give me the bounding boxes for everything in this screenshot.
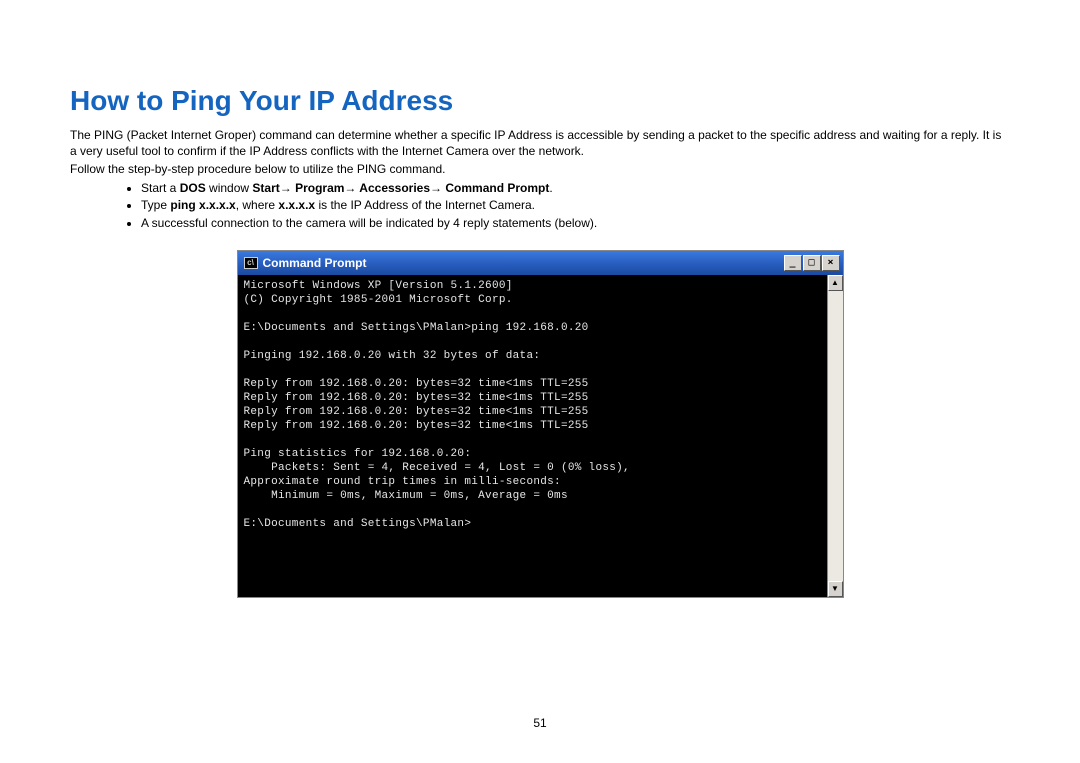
arrow-icon: →: [430, 181, 442, 195]
maximize-button[interactable]: □: [803, 255, 821, 271]
arrow-icon: →: [280, 181, 292, 195]
text: Start a: [141, 181, 180, 195]
text-bold: Command Prompt: [442, 181, 549, 195]
intro-paragraph: The PING (Packet Internet Groper) comman…: [70, 127, 1010, 159]
text-bold: Program: [292, 181, 345, 195]
terminal-area: Microsoft Windows XP [Version 5.1.2600] …: [238, 275, 843, 597]
steps-list: Start a DOS window Start→ Program→ Acces…: [141, 180, 1010, 232]
scroll-track[interactable]: [828, 291, 843, 581]
window-title: Command Prompt: [263, 256, 784, 270]
text-bold: x.x.x.x: [278, 198, 315, 212]
text-bold: Start: [252, 181, 279, 195]
arrow-icon: →: [344, 181, 356, 195]
close-button[interactable]: ×: [822, 255, 840, 271]
text: window: [206, 181, 253, 195]
scroll-up-icon[interactable]: ▲: [828, 275, 843, 291]
step-3: A successful connection to the camera wi…: [141, 215, 1010, 232]
command-prompt-window: c\ Command Prompt _ □ × Microsoft Window…: [237, 250, 844, 598]
terminal-output: Microsoft Windows XP [Version 5.1.2600] …: [238, 275, 827, 597]
scrollbar[interactable]: ▲ ▼: [827, 275, 843, 597]
text-bold: Accessories: [356, 181, 430, 195]
step-1: Start a DOS window Start→ Program→ Acces…: [141, 180, 1010, 197]
page-title: How to Ping Your IP Address: [70, 85, 1010, 117]
minimize-button[interactable]: _: [784, 255, 802, 271]
text: Type: [141, 198, 170, 212]
text-bold: ping x.x.x.x: [170, 198, 235, 212]
titlebar: c\ Command Prompt _ □ ×: [238, 251, 843, 275]
window-buttons: _ □ ×: [784, 255, 840, 271]
page-number: 51: [0, 716, 1080, 730]
text-bold: DOS: [180, 181, 206, 195]
scroll-down-icon[interactable]: ▼: [828, 581, 843, 597]
text: , where: [236, 198, 279, 212]
cmd-icon: c\: [244, 257, 258, 269]
text: is the IP Address of the Internet Camera…: [315, 198, 535, 212]
step-2: Type ping x.x.x.x, where x.x.x.x is the …: [141, 197, 1010, 214]
text: .: [549, 181, 552, 195]
follow-paragraph: Follow the step-by-step procedure below …: [70, 161, 1010, 177]
